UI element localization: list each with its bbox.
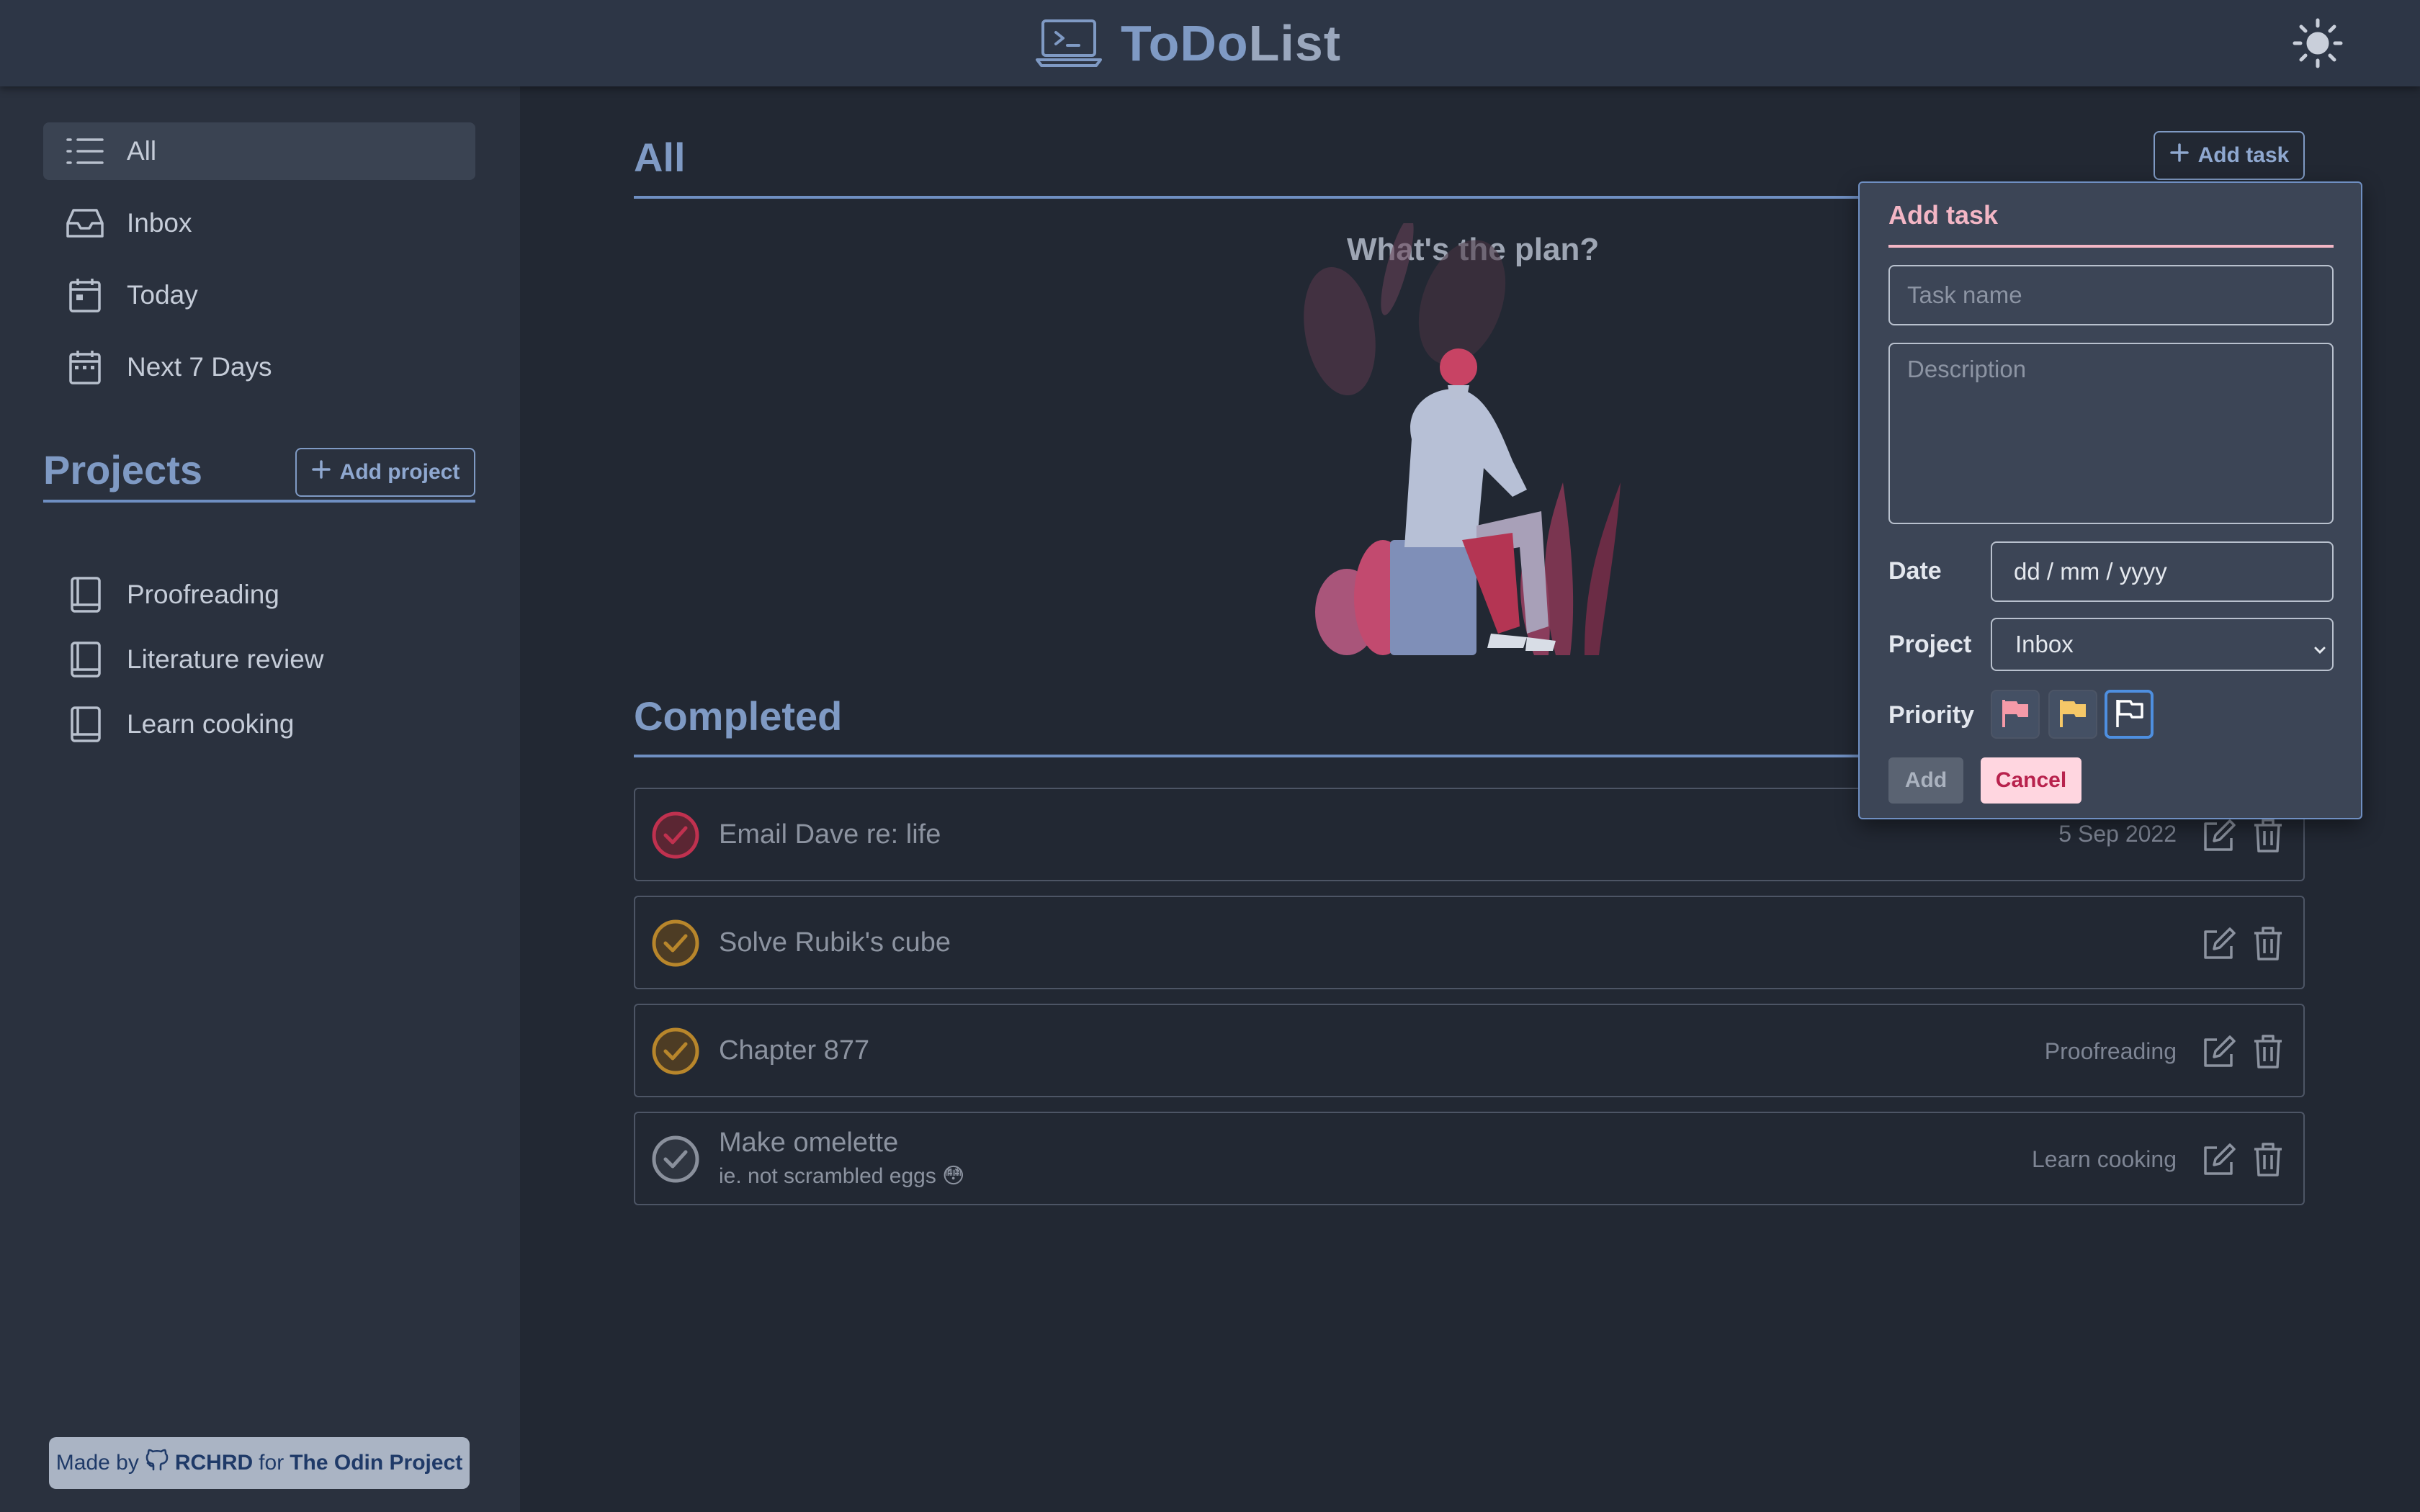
task-name-input[interactable] [1888, 265, 2334, 325]
trash-icon[interactable] [2250, 1140, 2286, 1178]
sidebar-item-label: Next 7 Days [127, 352, 272, 382]
date-input[interactable]: dd / mm / yyyy [1991, 541, 2334, 602]
app-title: ToDoList [1121, 15, 1342, 71]
empty-state-illustration [1296, 217, 1635, 662]
edit-icon[interactable] [2201, 1034, 2237, 1070]
priority-label: Priority [1888, 701, 1975, 729]
check-circle-icon[interactable] [650, 917, 702, 969]
task-row[interactable]: Solve Rubik's cube [634, 896, 2305, 989]
projects-header: Projects Add project [43, 431, 475, 503]
task-description: ie. not scrambled eggs 😳 [719, 1164, 965, 1188]
project-label: Project [1888, 631, 1972, 658]
calendar-week-icon [65, 351, 105, 384]
sidebar-item-label: Today [127, 280, 198, 310]
footer-for: for [259, 1451, 284, 1475]
add-task-label: Add task [2197, 143, 2290, 167]
sidebar-item-label: Proofreading [127, 580, 279, 609]
flag-icon [2113, 697, 2145, 732]
sidebar: All Inbox Today Next 7 Days Projects Add… [0, 86, 520, 1512]
task-name: Chapter 877 [719, 1035, 870, 1066]
add-task-button[interactable]: Add task [2154, 131, 2305, 180]
book-icon [65, 642, 105, 678]
task-name: Solve Rubik's cube [719, 927, 951, 958]
page-title: All [634, 135, 686, 180]
sidebar-item-inbox[interactable]: Inbox [43, 194, 475, 252]
trash-icon[interactable] [2250, 924, 2286, 962]
add-button[interactable]: Add [1888, 757, 1963, 804]
app-header: ToDoList [0, 0, 2420, 86]
task-project: Proofreading [2044, 1038, 2177, 1064]
footer-made-by: Made by [55, 1451, 139, 1475]
task-row[interactable]: Chapter 877 Proofreading [634, 1004, 2305, 1097]
popup-divider [1888, 245, 2334, 248]
footer-credit: Made by RCHRD for The Odin Project [49, 1437, 470, 1489]
task-date: 5 Sep 2022 [2058, 821, 2177, 847]
sidebar-item-label: Inbox [127, 208, 192, 238]
inbox-icon [65, 207, 105, 239]
github-icon [145, 1448, 169, 1478]
sidebar-item-all[interactable]: All [43, 122, 475, 180]
task-name: Make omelette [719, 1128, 899, 1158]
edit-icon[interactable] [2201, 818, 2237, 854]
sidebar-item-label: Learn cooking [127, 709, 295, 739]
sidebar-item-literature-review[interactable]: Literature review [43, 631, 475, 688]
popup-title: Add task [1888, 200, 1999, 230]
add-project-label: Add project [339, 460, 460, 484]
description-input[interactable] [1888, 343, 2334, 524]
projects-title: Projects [43, 447, 202, 492]
check-circle-icon[interactable] [650, 1133, 702, 1185]
completed-section-title: Completed [634, 693, 843, 739]
calendar-day-icon [65, 279, 105, 312]
chevron-down-icon [2312, 636, 2328, 664]
flag-icon [2057, 697, 2089, 732]
priority-high-button[interactable] [1991, 690, 2040, 739]
brand: ToDoList [1034, 14, 1341, 72]
add-project-button[interactable]: Add project [295, 448, 475, 497]
plus-icon [311, 459, 331, 485]
sidebar-item-proofreading[interactable]: Proofreading [43, 566, 475, 624]
footer-author-link[interactable]: RCHRD [175, 1451, 253, 1475]
flag-icon [1999, 697, 2031, 732]
sidebar-item-learn-cooking[interactable]: Learn cooking [43, 696, 475, 753]
sidebar-item-label: Literature review [127, 644, 324, 674]
date-label: Date [1888, 557, 1942, 585]
date-value: dd / mm / yyyy [2014, 558, 2167, 585]
book-icon [65, 577, 105, 613]
priority-low-button[interactable] [2105, 690, 2154, 739]
plus-icon [2169, 143, 2190, 168]
sun-icon[interactable] [2292, 17, 2344, 69]
sidebar-item-next-7-days[interactable]: Next 7 Days [43, 338, 475, 396]
terminal-laptop-icon [1034, 18, 1103, 68]
list-icon [65, 135, 105, 167]
task-row[interactable]: Make omelette ie. not scrambled eggs 😳 L… [634, 1112, 2305, 1205]
project-select[interactable]: Inbox [1991, 618, 2334, 671]
edit-icon[interactable] [2201, 926, 2237, 962]
footer-org-link[interactable]: The Odin Project [290, 1451, 462, 1475]
check-circle-icon[interactable] [650, 1025, 702, 1077]
check-circle-icon[interactable] [650, 809, 702, 861]
sidebar-item-label: All [127, 136, 157, 166]
edit-icon[interactable] [2201, 1142, 2237, 1178]
trash-icon[interactable] [2250, 816, 2286, 854]
sidebar-item-today[interactable]: Today [43, 266, 475, 324]
trash-icon[interactable] [2250, 1032, 2286, 1070]
project-select-value: Inbox [2015, 631, 2074, 657]
task-name: Email Dave re: life [719, 819, 941, 850]
task-project: Learn cooking [2031, 1146, 2177, 1172]
add-task-popup: Add task Date dd / mm / yyyy Project Inb… [1858, 181, 2362, 819]
book-icon [65, 706, 105, 742]
cancel-button[interactable]: Cancel [1981, 757, 2081, 804]
priority-medium-button[interactable] [2048, 690, 2097, 739]
